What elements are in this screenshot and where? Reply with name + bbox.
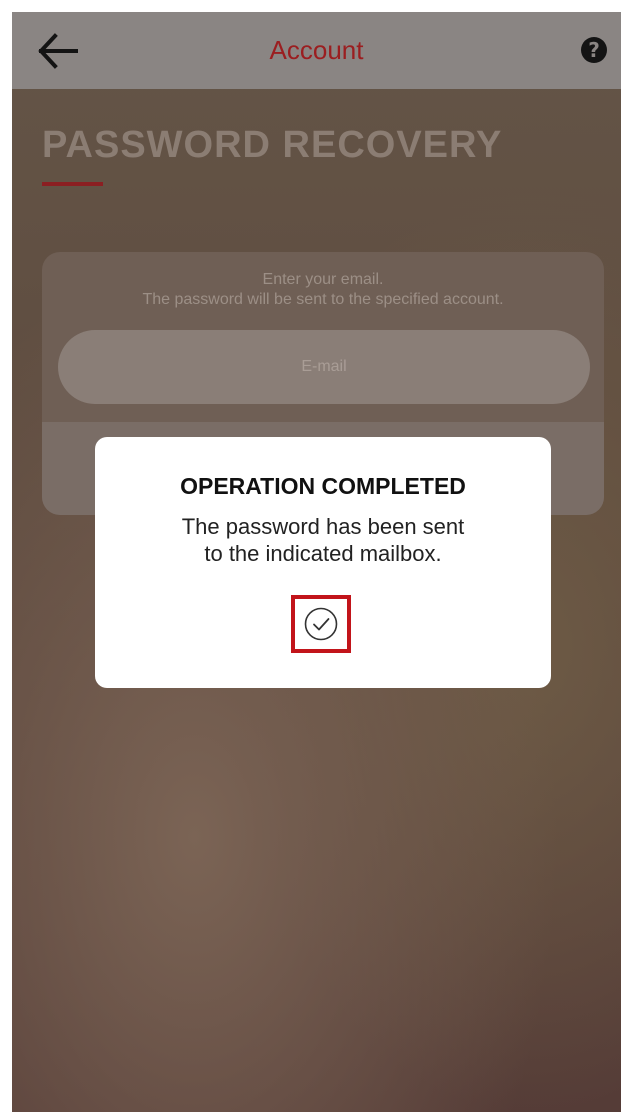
arrow-left-icon [38,33,78,69]
check-circle-icon [304,607,338,641]
top-bar: Account ? [12,12,621,89]
title-underline [42,182,103,186]
instructions: Enter your email. The password will be s… [42,270,604,310]
topbar-title: Account [269,35,364,65]
question-circle-icon: ? [588,38,600,62]
dialog-message: The password has been sent to the indica… [95,513,551,567]
dialog-message-line-1: The password has been sent [181,514,465,539]
dialog-message-line-2: to the indicated mailbox. [204,541,442,566]
dialog-title: OPERATION COMPLETED [180,473,466,499]
instruction-line-1: Enter your email. [262,271,384,288]
app-screen: Account ? PASSWORD RECOVERY Enter your e… [12,12,621,1112]
back-button[interactable] [36,32,80,70]
help-button[interactable]: ? [581,37,607,63]
page-title: PASSWORD RECOVERY [42,124,503,166]
operation-completed-dialog: OPERATION COMPLETED The password has bee… [95,437,551,688]
confirm-button[interactable] [291,595,351,653]
email-field[interactable] [58,330,590,404]
instruction-line-2: The password will be sent to the specifi… [142,291,504,308]
